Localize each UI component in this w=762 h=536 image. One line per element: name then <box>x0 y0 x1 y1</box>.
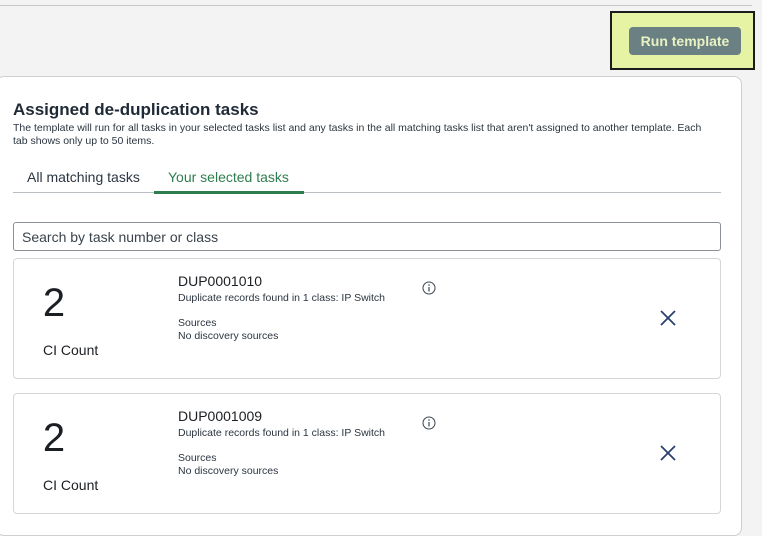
close-icon[interactable] <box>659 444 677 462</box>
section-title: Assigned de-duplication tasks <box>13 100 259 119</box>
task-description: Duplicate records found in 1 class: IP S… <box>178 292 385 304</box>
sources-label: Sources <box>178 317 217 329</box>
info-icon[interactable] <box>422 416 436 430</box>
ci-count-label: CI Count <box>43 477 99 493</box>
close-icon[interactable] <box>659 309 677 327</box>
sources-value: No discovery sources <box>178 465 279 477</box>
ci-count-value: 2 <box>42 416 66 460</box>
task-card: 2 CI Count DUP0001009 Duplicate records … <box>13 393 721 514</box>
section-description: The template will run for all tasks in y… <box>13 122 702 147</box>
top-divider <box>0 5 752 6</box>
active-tab-indicator <box>154 191 304 194</box>
task-description: Duplicate records found in 1 class: IP S… <box>178 427 385 439</box>
ci-count-label: CI Count <box>43 342 99 358</box>
sources-label: Sources <box>178 452 217 464</box>
task-number: DUP0001010 <box>178 273 263 289</box>
info-icon[interactable] <box>422 281 436 295</box>
task-card: 2 CI Count DUP0001010 Duplicate records … <box>13 258 721 379</box>
ci-count-value: 2 <box>42 281 66 325</box>
task-number: DUP0001009 <box>178 408 263 424</box>
run-template-button[interactable]: Run template <box>629 27 741 55</box>
search-input[interactable] <box>13 222 721 251</box>
tab-your-selected-tasks[interactable]: Your selected tasks <box>168 169 289 185</box>
run-template-highlight: Run template <box>610 11 755 70</box>
assigned-tasks-panel: Assigned de-duplication tasks The templa… <box>0 76 742 536</box>
task-tabs: All matching tasks Your selected tasks <box>13 163 721 194</box>
sources-value: No discovery sources <box>178 330 279 342</box>
tab-all-matching-tasks[interactable]: All matching tasks <box>27 169 140 185</box>
